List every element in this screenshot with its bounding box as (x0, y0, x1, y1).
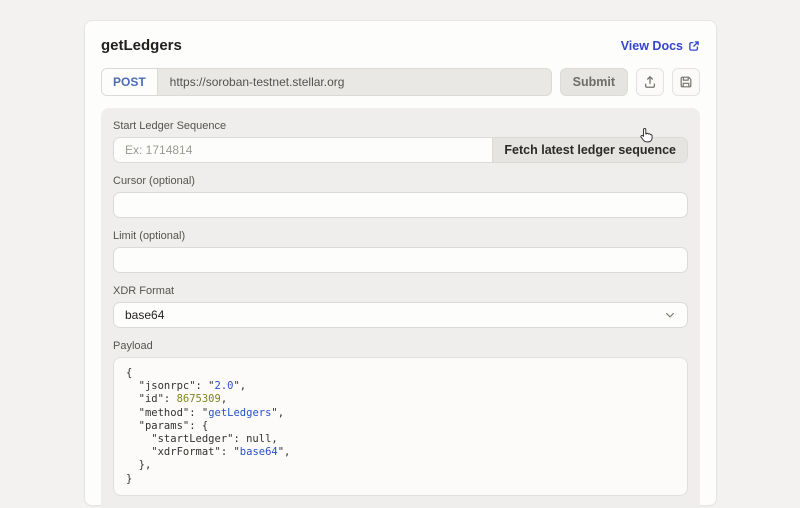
http-method-badge: POST (102, 69, 158, 95)
limit-field-group: Limit (optional) (113, 230, 688, 273)
payload-label: Payload (113, 340, 688, 352)
external-link-icon (688, 40, 700, 52)
start-ledger-input[interactable] (114, 138, 492, 162)
cursor-field-group: Cursor (optional) (113, 175, 688, 218)
cursor-input[interactable] (113, 192, 688, 218)
chevron-down-icon (664, 309, 676, 321)
share-button[interactable] (636, 68, 664, 96)
params-panel: Start Ledger Sequence Fetch latest ledge… (101, 108, 700, 508)
xdr-format-label: XDR Format (113, 285, 688, 297)
limit-label: Limit (optional) (113, 230, 688, 242)
view-docs-link[interactable]: View Docs (621, 39, 700, 53)
endpoint-url-input[interactable]: https://soroban-testnet.stellar.org (158, 69, 551, 95)
xdr-format-select[interactable]: base64 (113, 302, 688, 328)
page-title: getLedgers (101, 37, 182, 54)
request-bar: POST https://soroban-testnet.stellar.org… (101, 68, 700, 96)
save-button[interactable] (672, 68, 700, 96)
cursor-label: Cursor (optional) (113, 175, 688, 187)
api-method-card: getLedgers View Docs POST https://soroba… (84, 20, 717, 506)
payload-field-group: Payload { "jsonrpc": "2.0", "id": 867530… (113, 340, 688, 496)
xdr-format-selected-value: base64 (125, 308, 164, 322)
payload-code-block[interactable]: { "jsonrpc": "2.0", "id": 8675309, "meth… (113, 357, 688, 496)
start-ledger-field-group: Start Ledger Sequence Fetch latest ledge… (113, 120, 688, 163)
view-docs-label: View Docs (621, 39, 683, 53)
start-ledger-label: Start Ledger Sequence (113, 120, 688, 132)
fetch-latest-ledger-button[interactable]: Fetch latest ledger sequence (492, 138, 687, 162)
limit-input[interactable] (113, 247, 688, 273)
save-icon (679, 75, 693, 89)
xdr-format-field-group: XDR Format base64 (113, 285, 688, 328)
submit-button[interactable]: Submit (560, 68, 628, 96)
card-header: getLedgers View Docs (101, 37, 700, 54)
share-icon (643, 75, 657, 89)
endpoint-url-group: POST https://soroban-testnet.stellar.org (101, 68, 552, 96)
